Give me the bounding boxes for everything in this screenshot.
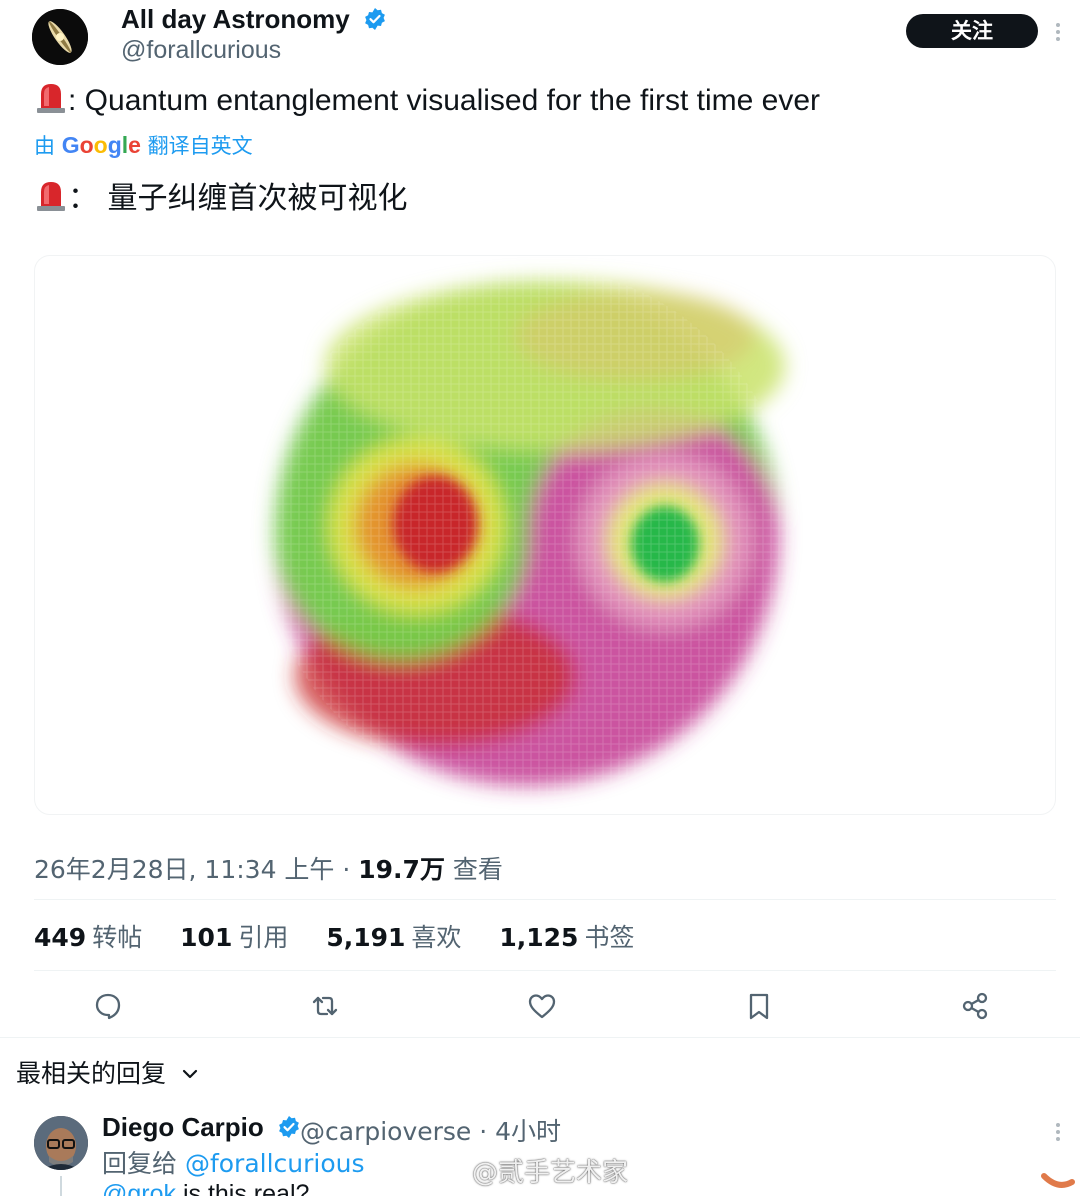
translated-text: ： 量子纠缠首次被可视化 (34, 173, 408, 220)
tweet-text: : Quantum entanglement visualised for th… (34, 80, 820, 122)
stat-bookmarks[interactable]: 1,125 书签 (499, 918, 634, 954)
thread-line (60, 1176, 62, 1196)
bookmark-icon[interactable] (744, 991, 774, 1021)
replies-sort-dropdown[interactable]: 最相关的回复 (16, 1054, 198, 1090)
reply-author-name-text[interactable]: Diego Carpio (102, 1112, 264, 1142)
like-icon[interactable] (527, 991, 557, 1021)
tweet-image[interactable] (34, 255, 1056, 815)
author-avatar[interactable] (32, 9, 88, 65)
reply-to-line: 回复给 @forallcurious (102, 1144, 365, 1180)
more-icon[interactable] (1052, 20, 1064, 44)
chevron-down-icon[interactable] (182, 1057, 198, 1086)
stat-label: 转帖 (92, 923, 143, 952)
watermark-text: @贰手艺术家 (472, 1158, 629, 1188)
section-divider (0, 1037, 1080, 1038)
author-name-text[interactable]: All day Astronomy (121, 4, 350, 34)
translate-prefix: 由 (34, 134, 55, 158)
stat-number: 449 (34, 923, 87, 952)
reply-to-mention[interactable]: @forallcurious (185, 1149, 365, 1178)
watermark: @贰手艺术家 (432, 1152, 628, 1189)
stat-label: 书签 (584, 923, 635, 952)
divider (34, 899, 1056, 900)
translate-attribution[interactable]: 由 Google 翻译自英文 (34, 130, 253, 160)
stat-likes[interactable]: 5,191 喜欢 (326, 918, 461, 954)
translate-suffix: 翻译自英文 (147, 134, 253, 158)
engagement-stats: 449 转帖 101 引用 5,191 喜欢 1,125 书签 (34, 918, 664, 954)
reply-meta[interactable]: @carpioverse · 4小时 (300, 1112, 561, 1148)
reply-text: @grok is this real? (102, 1180, 309, 1196)
repost-icon[interactable] (310, 991, 340, 1021)
share-icon[interactable] (960, 991, 990, 1021)
reply-icon[interactable] (93, 991, 123, 1021)
divider (34, 970, 1056, 971)
timestamp-text[interactable]: 26年2月28日, 11:34 上午 · (34, 855, 358, 884)
translated-text-content: ： 量子纠缠首次被可视化 (68, 181, 408, 216)
stat-reposts[interactable]: 449 转帖 (34, 918, 142, 954)
views-count: 19.7万 (358, 855, 445, 884)
follow-button[interactable]: 关注 (906, 14, 1038, 48)
google-logo: Google (61, 132, 141, 158)
stat-label: 引用 (238, 923, 289, 952)
reply-text-body: is this real? (176, 1180, 310, 1196)
replies-sort-label[interactable]: 最相关的回复 (16, 1059, 166, 1088)
stat-number: 5,191 (326, 923, 406, 952)
tweet-text-content: : Quantum entanglement visualised for th… (68, 84, 821, 117)
weibo-logo-icon (432, 1160, 470, 1185)
siren-icon (34, 80, 68, 122)
verified-icon (363, 7, 387, 38)
reply-avatar[interactable] (34, 1116, 88, 1170)
verified-icon (277, 1115, 301, 1146)
views-label: 查看 (444, 855, 503, 884)
reply-author-name[interactable]: Diego Carpio (102, 1112, 301, 1146)
tweet-header: All day Astronomy @forallcurious 关注 (0, 0, 1080, 72)
stat-number: 1,125 (499, 923, 579, 952)
author-handle[interactable]: @forallcurious (121, 36, 281, 65)
tweet-timestamp[interactable]: 26年2月28日, 11:34 上午 · 19.7万 查看 (34, 850, 503, 886)
siren-icon (34, 178, 68, 220)
reply-to-prefix: 回复给 (102, 1149, 185, 1178)
stat-label: 喜欢 (411, 923, 462, 952)
corner-mark (1040, 1170, 1076, 1190)
stat-quotes[interactable]: 101 引用 (180, 918, 288, 954)
stat-number: 101 (180, 923, 233, 952)
action-bar (0, 985, 1080, 1027)
reply-text-mention[interactable]: @grok (102, 1180, 176, 1196)
author-display-name[interactable]: All day Astronomy (121, 4, 387, 38)
more-icon[interactable] (1052, 1120, 1064, 1144)
